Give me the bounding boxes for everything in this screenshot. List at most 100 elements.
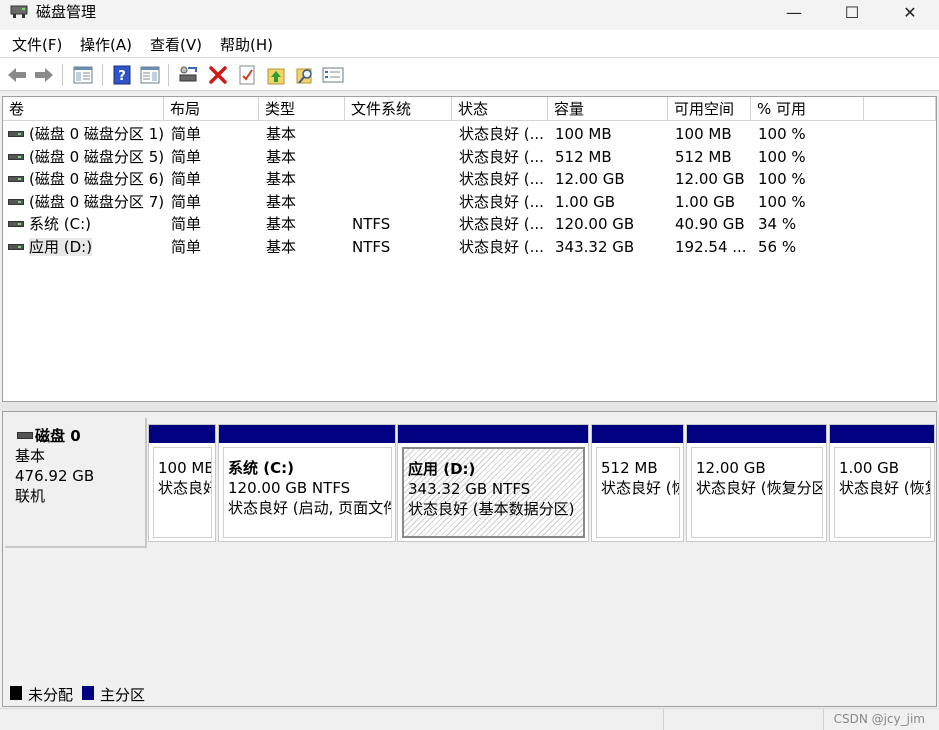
cell-text: 100 %: [758, 170, 806, 188]
console-tree-icon[interactable]: [72, 64, 94, 86]
cell-text: 12.00 GB: [555, 170, 625, 188]
cell-text: 100 %: [758, 125, 806, 143]
column-header-status[interactable]: 状态: [452, 97, 548, 121]
column-header-empty: [864, 97, 936, 121]
cell-text: 基本: [266, 125, 297, 143]
forward-icon[interactable]: [33, 64, 55, 86]
disk-status: 联机: [15, 487, 46, 505]
close-button[interactable]: ✕: [881, 0, 939, 24]
menu-action[interactable]: 操作(A): [80, 34, 132, 55]
volume-icon: [8, 131, 24, 137]
partition-size: 512 MB: [601, 459, 658, 477]
menu-view[interactable]: 查看(V): [150, 34, 202, 55]
volume-cell: [352, 123, 452, 145]
minimize-button[interactable]: —: [765, 0, 823, 24]
svg-text:?: ?: [118, 69, 126, 84]
volume-cell: NTFS: [352, 213, 452, 235]
disk-map: 磁盘 0 基本 476.92 GB 联机 100 MB 状态良好 系统 (C:)…: [2, 411, 937, 707]
partition-status: 状态良好 (启动, 页面文件: [228, 499, 392, 517]
partition-6[interactable]: 12.00 GB 状态良好 (恢复分区: [686, 424, 827, 542]
cell-text: (磁盘 0 磁盘分区 7): [29, 192, 165, 211]
disk-name: 磁盘 0: [15, 426, 145, 446]
column-header-type[interactable]: 类型: [259, 97, 345, 121]
cell-text: 1.00 GB: [555, 192, 616, 211]
volume-cell: 简单: [171, 123, 261, 145]
legend-swatch-primary: [82, 686, 94, 700]
disk-0-label[interactable]: 磁盘 0 基本 476.92 GB 联机: [5, 418, 147, 548]
properties-pane-icon[interactable]: [139, 64, 161, 86]
volume-cell: 基本: [266, 236, 346, 258]
menu-help[interactable]: 帮助(H): [220, 34, 273, 55]
partition-body: 1.00 GB 状态良好 (恢复: [834, 447, 931, 538]
partition-c[interactable]: 系统 (C:) 120.00 GB NTFS 状态良好 (启动, 页面文件: [218, 424, 396, 542]
cell-text: 简单: [171, 147, 202, 166]
cell-text: 1.00 GB: [675, 192, 736, 211]
volume-cell: NTFS: [352, 236, 452, 258]
partition-body: 12.00 GB 状态良好 (恢复分区: [691, 447, 823, 538]
volume-row[interactable]: 系统 (C:) 简单 基本 NTFS 状态良好 (... 120.00 GB 40.90 G…: [3, 213, 936, 235]
cell-text: 简单: [171, 125, 202, 143]
volume-cell: 34 %: [758, 213, 858, 235]
toolbar-separator: [168, 64, 169, 86]
cell-text: 100 %: [758, 192, 806, 211]
cell-text: 简单: [171, 237, 202, 256]
cell-text: 状态良好 (...: [459, 237, 544, 256]
volume-cell: 512 MB: [675, 146, 755, 168]
partition-7[interactable]: 1.00 GB 状态良好 (恢复: [829, 424, 935, 542]
volume-cell: 1.00 GB: [675, 191, 755, 213]
cell-text: 状态良好 (...: [459, 215, 544, 233]
partition-size: 1.00 GB: [839, 459, 900, 477]
back-icon[interactable]: [6, 64, 28, 86]
toolbar-separator: [62, 64, 63, 86]
volume-cell: [352, 146, 452, 168]
partition-name: 应用 (D:): [408, 460, 476, 478]
partition-size: 100 MB: [158, 459, 212, 477]
volume-list[interactable]: 卷 布局 类型 文件系统 状态 容量 可用空间 % 可用 (磁盘 0 磁盘分区 …: [2, 96, 937, 402]
disk-size: 476.92 GB: [15, 467, 95, 485]
maximize-button[interactable]: ☐: [823, 0, 881, 24]
delete-icon[interactable]: [207, 64, 229, 86]
menu-file[interactable]: 文件(F): [12, 34, 62, 55]
volume-cell: 1.00 GB: [555, 191, 667, 213]
column-header-capacity[interactable]: 容量: [548, 97, 668, 121]
volume-row[interactable]: (磁盘 0 磁盘分区 6) 简单 基本 状态良好 (... 12.00 GB 12.00 …: [3, 168, 936, 190]
cell-text: 40.90 GB: [675, 215, 745, 233]
partition-body: 512 MB 状态良好 (恢: [596, 447, 680, 538]
column-header-layout[interactable]: 布局: [164, 97, 259, 121]
cell-text: 基本: [266, 147, 297, 166]
cell-text: (磁盘 0 磁盘分区 6): [29, 170, 165, 188]
column-header-percent-free[interactable]: % 可用: [751, 97, 864, 121]
volume-cell: (磁盘 0 磁盘分区 7): [29, 191, 165, 213]
settings-list-icon[interactable]: [322, 64, 344, 86]
cell-text: 简单: [171, 215, 202, 233]
volume-row[interactable]: (磁盘 0 磁盘分区 5) 简单 基本 状态良好 (... 512 MB 512 MB 10…: [3, 146, 936, 168]
partition-d[interactable]: 应用 (D:) 343.32 GB NTFS 状态良好 (基本数据分区): [397, 424, 589, 542]
partition-5[interactable]: 512 MB 状态良好 (恢: [591, 424, 684, 542]
volume-cell: 100 %: [758, 168, 858, 190]
partition-1[interactable]: 100 MB 状态良好: [148, 424, 216, 542]
column-header-filesystem[interactable]: 文件系统: [345, 97, 452, 121]
column-header-volume[interactable]: 卷: [3, 97, 164, 121]
volume-cell: 简单: [171, 236, 261, 258]
pane-splitter[interactable]: [0, 402, 939, 411]
volume-icon: [8, 198, 24, 205]
toolbar-separator: [102, 64, 103, 86]
upload-icon[interactable]: [265, 64, 287, 86]
volume-cell: 状态良好 (...: [459, 213, 549, 235]
volume-row[interactable]: (磁盘 0 磁盘分区 7) 简单 基本 状态良好 (... 1.00 GB 1.00 GB…: [3, 191, 936, 213]
column-header-free-space[interactable]: 可用空间: [668, 97, 751, 121]
volume-cell: 基本: [266, 191, 346, 213]
toolbar: ?: [0, 57, 939, 91]
cell-text: 512 MB: [675, 147, 732, 166]
help-icon[interactable]: ?: [111, 64, 133, 86]
checklist-icon[interactable]: [236, 64, 258, 86]
volume-cell: 系统 (C:): [29, 213, 165, 235]
volume-row[interactable]: (磁盘 0 磁盘分区 1) 简单 基本 状态良好 (... 100 MB 100 MB 10…: [3, 123, 936, 145]
volume-cell: [352, 191, 452, 213]
volume-cell: 简单: [171, 168, 261, 190]
search-folder-icon[interactable]: [294, 64, 316, 86]
volume-row[interactable]: 应用 (D:) 简单 基本 NTFS 状态良好 (... 343.32 GB 192.54 …: [3, 236, 936, 258]
close-icon: ✕: [903, 2, 917, 22]
volume-icon: [8, 243, 24, 250]
connect-disk-icon[interactable]: [178, 64, 200, 86]
